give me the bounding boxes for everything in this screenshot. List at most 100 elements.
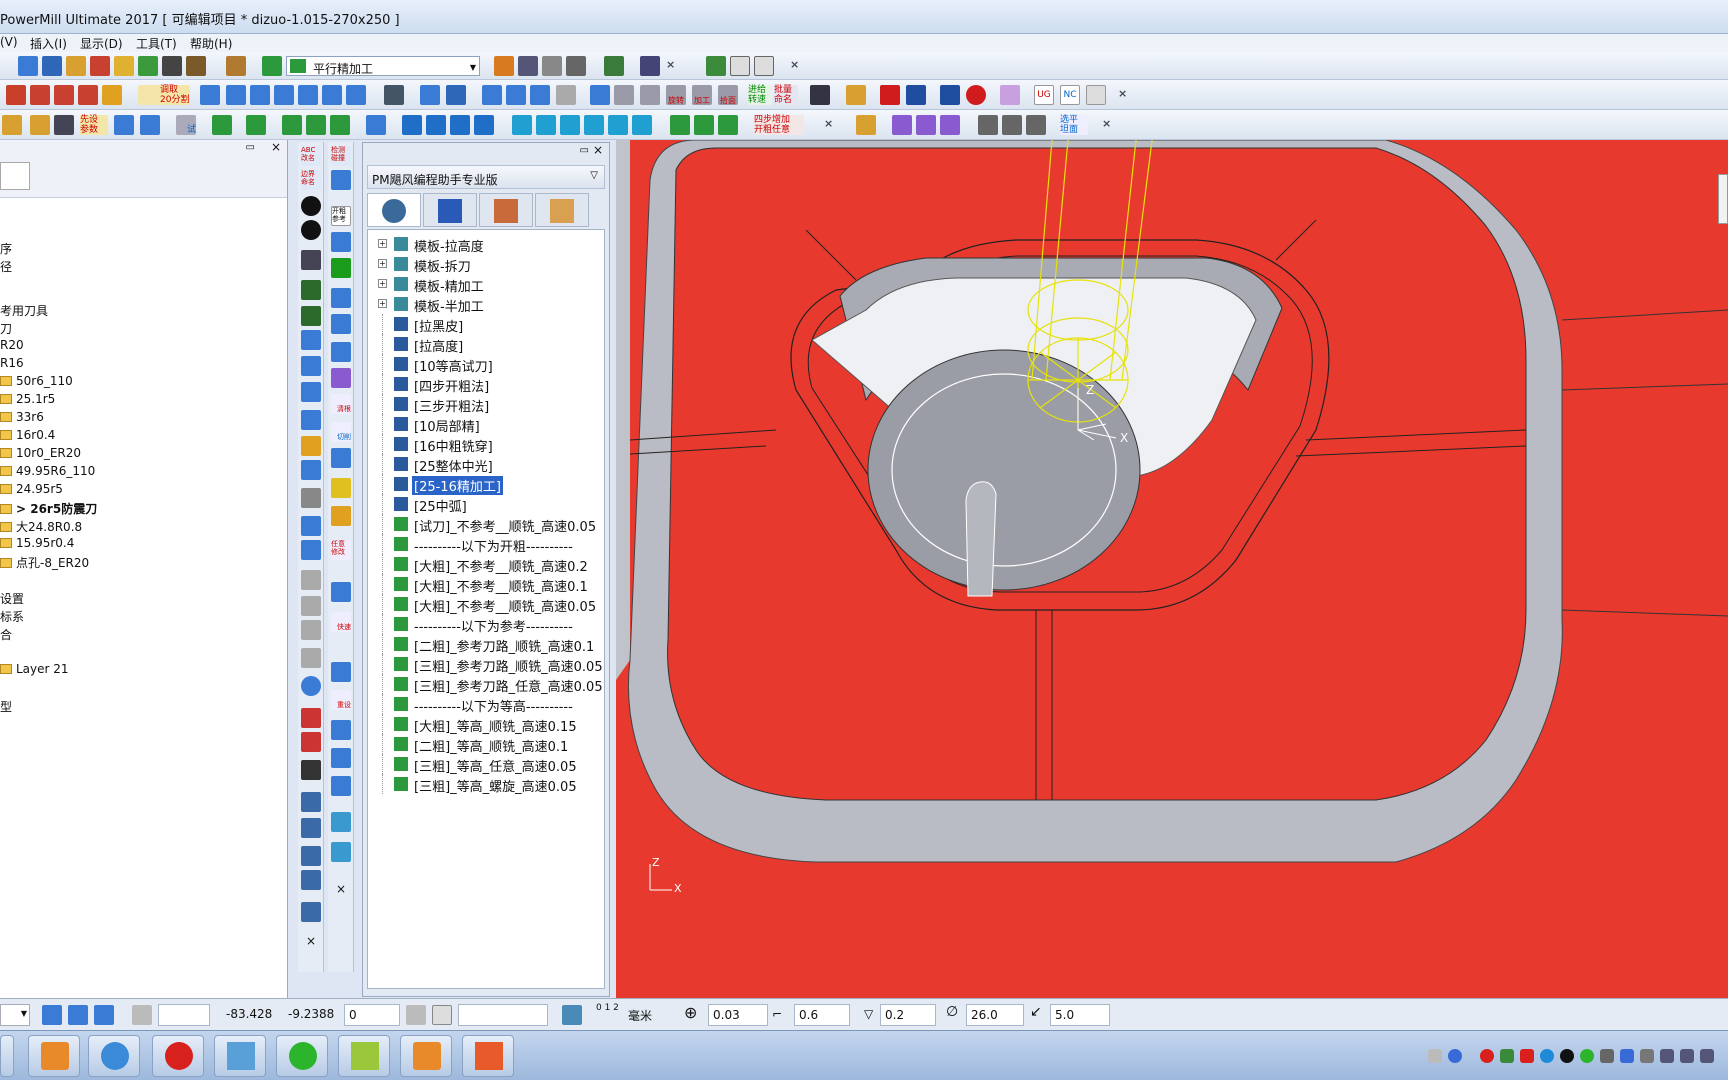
cube2-icon[interactable]	[140, 115, 160, 135]
pm-toolpath-item[interactable]: ----------以下为等高----------	[368, 694, 604, 715]
logo-icon[interactable]	[906, 85, 926, 105]
cube-purple-icon[interactable]	[331, 368, 351, 388]
disc-stack4-icon[interactable]	[584, 115, 604, 135]
pm-toolpath-item[interactable]: [大粗]_不参考__顺铣_高速0.1	[368, 574, 604, 595]
reset4-icon[interactable]	[331, 776, 351, 796]
layers-icon[interactable]	[212, 115, 232, 135]
network-icon[interactable]	[1680, 1049, 1694, 1063]
viewport-side-tab[interactable]	[1718, 174, 1728, 224]
menu-help[interactable]: 帮助(H)	[190, 35, 232, 52]
explorer-item[interactable]: 序	[0, 240, 12, 257]
explorer-item[interactable]: > 26r5防震刀	[0, 500, 97, 517]
list-icon[interactable]	[322, 85, 342, 105]
shield-icon[interactable]	[1620, 1049, 1634, 1063]
chevron-down-icon[interactable]: ▽	[590, 170, 598, 181]
view-wire-icon[interactable]	[978, 115, 998, 135]
pin-icon[interactable]: ▭	[580, 145, 589, 156]
pm-template-item[interactable]: + 模板-半加工	[368, 294, 604, 315]
pm-toolpath-item[interactable]: [三粗]_等高_任意_高速0.05	[368, 754, 604, 775]
mirror2-icon[interactable]	[301, 870, 321, 890]
probe-icon[interactable]	[450, 115, 470, 135]
calc-icon[interactable]	[301, 516, 321, 536]
cube-icon[interactable]	[114, 115, 134, 135]
close-icon[interactable]: ×	[666, 58, 675, 71]
explorer-item[interactable]: 16r0.4	[0, 428, 55, 442]
mill-icon[interactable]	[402, 115, 422, 135]
view-shade-icon[interactable]	[1002, 115, 1022, 135]
grid-icon[interactable]	[810, 85, 830, 105]
link-icon[interactable]	[301, 330, 321, 350]
pm-list-item[interactable]: [四步开粗法]	[368, 374, 604, 395]
stock-box[interactable]: 0.6	[794, 1004, 850, 1026]
hand-icon[interactable]	[102, 85, 122, 105]
explorer-item[interactable]: 设置	[0, 590, 24, 607]
pattern2-icon[interactable]	[640, 85, 660, 105]
modify-icon[interactable]	[331, 506, 351, 526]
close-icon[interactable]: ×	[790, 58, 799, 71]
select-icon[interactable]	[200, 85, 220, 105]
nc-program-icon[interactable]	[542, 56, 562, 76]
explorer-item[interactable]: 大24.8R0.8	[0, 518, 82, 535]
new-icon[interactable]	[2, 115, 22, 135]
explorer-item[interactable]: 刀	[0, 320, 12, 337]
arrow-up-icon[interactable]	[730, 56, 750, 76]
folder-icon[interactable]	[1000, 85, 1020, 105]
brand-icon[interactable]	[940, 85, 960, 105]
pm-list-item[interactable]: [25中弧]	[368, 494, 604, 515]
close-icon[interactable]: ×	[336, 882, 346, 896]
disc-stack2-icon[interactable]	[536, 115, 556, 135]
reset-icon[interactable]	[331, 662, 351, 682]
lasso-icon[interactable]	[226, 85, 246, 105]
view-side-icon[interactable]	[940, 115, 960, 135]
disc-stack6-icon[interactable]	[632, 115, 652, 135]
explorer-item[interactable]: 径	[0, 258, 12, 275]
cube-outline-icon[interactable]	[331, 342, 351, 362]
explorer-item[interactable]: R20	[0, 338, 24, 352]
status-blank-box[interactable]	[458, 1004, 548, 1026]
thickness-box[interactable]: 0.2	[880, 1004, 936, 1026]
menu-display[interactable]: 显示(D)	[80, 35, 123, 52]
cross-icon[interactable]	[250, 85, 270, 105]
list-icon[interactable]	[331, 232, 351, 252]
taskbar-start-edge[interactable]	[0, 1035, 14, 1077]
grid2-icon[interactable]	[331, 288, 351, 308]
endpoint-icon[interactable]	[186, 56, 206, 76]
close-icon[interactable]: ×	[306, 934, 316, 948]
pm-list-item[interactable]: [10局部精]	[368, 414, 604, 435]
arrow-up-icon[interactable]	[301, 196, 321, 216]
block3d-icon[interactable]	[856, 115, 876, 135]
line-icon[interactable]	[706, 56, 726, 76]
taskbar-app-windows[interactable]	[214, 1035, 266, 1077]
pm-toolpath-item[interactable]: [三粗]_参考刀路_任意_高速0.05	[368, 674, 604, 695]
feed-speed-button[interactable]: 进给 转速	[748, 85, 772, 105]
pm-template-item[interactable]: + 模板-精加工	[368, 274, 604, 295]
graphics-viewport[interactable]: Z X Z X	[616, 140, 1728, 998]
explorer-icon[interactable]	[0, 162, 30, 190]
arrow-down-icon[interactable]	[301, 220, 321, 240]
stack-icon[interactable]	[282, 115, 302, 135]
ug-button[interactable]: UG	[1034, 85, 1054, 105]
pencil-icon[interactable]	[346, 85, 366, 105]
bubble-icon[interactable]	[301, 676, 321, 696]
pm-toolpath-item[interactable]: [三粗]_等高_螺旋_高速0.05	[368, 774, 604, 795]
mitsubishi-icon[interactable]	[880, 85, 900, 105]
tool-del-icon[interactable]	[301, 620, 321, 640]
calc2-icon[interactable]	[301, 540, 321, 560]
taskbar-app-cad[interactable]	[338, 1035, 390, 1077]
star-icon[interactable]	[331, 478, 351, 498]
view-iso-icon[interactable]	[892, 115, 912, 135]
stack2-icon[interactable]	[306, 115, 326, 135]
stair2-icon[interactable]	[301, 382, 321, 402]
cylinder-icon[interactable]	[530, 85, 550, 105]
abc-rename-button[interactable]: ABC 改名	[301, 146, 321, 166]
check-icon[interactable]	[331, 258, 351, 278]
menu-tools[interactable]: 工具(T)	[136, 35, 177, 52]
pm-template-item[interactable]: + 模板-拆刀	[368, 254, 604, 275]
model-icon[interactable]	[18, 56, 38, 76]
menu-view[interactable]: (V)	[0, 35, 18, 49]
toolpath-icon[interactable]	[262, 56, 282, 76]
delete-icon[interactable]	[301, 570, 321, 590]
tray-netease-icon[interactable]	[1520, 1049, 1534, 1063]
tolerance-box[interactable]: 0.03	[708, 1004, 768, 1026]
reset3-icon[interactable]	[331, 748, 351, 768]
